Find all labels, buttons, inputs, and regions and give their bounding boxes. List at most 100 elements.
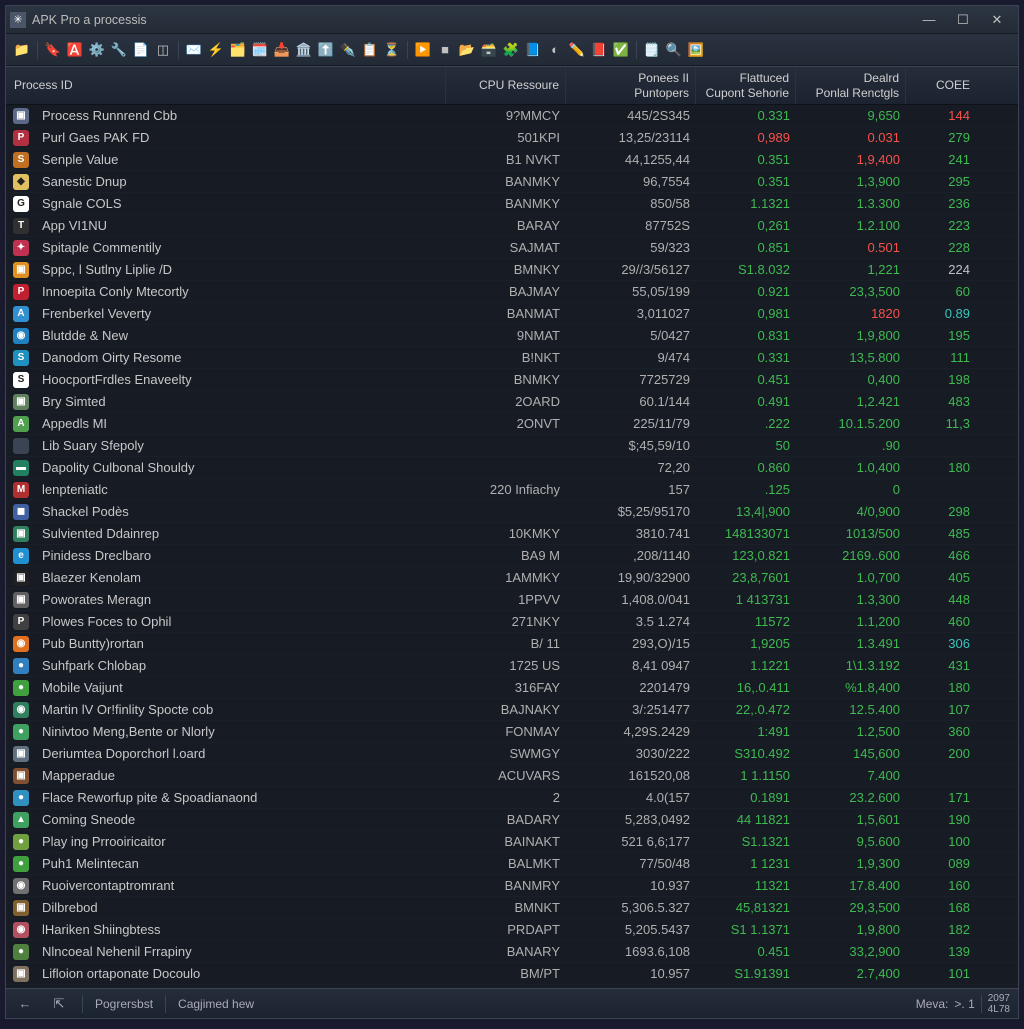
- table-row[interactable]: ▲Coming SneodeBADARY5,283,049244 118211,…: [6, 809, 1018, 831]
- toolbar-icon-9[interactable]: 🗂️: [228, 40, 248, 60]
- toolbar-icon-6[interactable]: ◫: [153, 40, 173, 60]
- toolbar-icon-11[interactable]: 📥: [272, 40, 292, 60]
- toolbar-icon-25[interactable]: 📕: [589, 40, 609, 60]
- table-row[interactable]: ▣Lifloion ortaponate DocouloBM/PT10.957S…: [6, 963, 1018, 985]
- table-row[interactable]: TApp VI1NUBARAY87752S0,2611.2.100223: [6, 215, 1018, 237]
- dealrd-value: 1,9,400: [796, 152, 906, 167]
- toolbar-icon-26[interactable]: ✅: [611, 40, 631, 60]
- col-ponees[interactable]: Ponees II Puntopers: [566, 67, 696, 104]
- dealrd-value: 0,400: [796, 372, 906, 387]
- table-row[interactable]: ▣Blaezer Kenolam1AMMKY19,90/3290023,8,76…: [6, 567, 1018, 589]
- table-row[interactable]: ●Suhfpark Chlobap1725 US8,41 09471.12211…: [6, 655, 1018, 677]
- flattuced-value: 1:491: [696, 724, 796, 739]
- table-row[interactable]: Mlenpteniatlc220 Infiachy157.1250: [6, 479, 1018, 501]
- process-icon: ▣: [6, 768, 36, 784]
- close-button[interactable]: ✕: [988, 11, 1006, 29]
- table-row[interactable]: ▣Process Runnrend Cbb9?MMCY445/2S3450.33…: [6, 105, 1018, 127]
- table-row[interactable]: AAppedls MI2ONVT225/11/79.22210.1.5.2001…: [6, 413, 1018, 435]
- table-row[interactable]: Lib Suary Sfepoly$;45,59/1050.90: [6, 435, 1018, 457]
- toolbar-icon-19[interactable]: 📂: [457, 40, 477, 60]
- toolbar-icon-14[interactable]: ✒️: [338, 40, 358, 60]
- table-row[interactable]: ▬Dapolity Culbonal Shouldy72,200.8601.0,…: [6, 457, 1018, 479]
- table-row[interactable]: SDanodom Oirty ResomeB!NKT9/4740.33113,5…: [6, 347, 1018, 369]
- process-icon: G: [6, 196, 36, 212]
- toolbar-icon-21[interactable]: 🧩: [501, 40, 521, 60]
- toolbar-icon-27[interactable]: 🗒️: [642, 40, 662, 60]
- col-flattuced[interactable]: Flattuced Cupont Sehorie: [696, 67, 796, 104]
- dealrd-value: 1,221: [796, 262, 906, 277]
- table-row[interactable]: PInnoepita Conly MtecortlyBAJMAY55,05/19…: [6, 281, 1018, 303]
- table-row[interactable]: ◉Pub Buntty)rortanВ/ 11293,O)/151,92051.…: [6, 633, 1018, 655]
- table-row[interactable]: ◉Martin lV Or!finlity Spocte cobBAJNAKY3…: [6, 699, 1018, 721]
- minimize-button[interactable]: —: [920, 11, 938, 29]
- table-row[interactable]: ◉Blutdde & New9NMAT5/04270.8311,9,800195: [6, 325, 1018, 347]
- table-row[interactable]: ▣Deriumtea Doporchorl l.oardSWMGY3030/22…: [6, 743, 1018, 765]
- table-row[interactable]: ●Puh1 MelintecanBALMKT77/50/481 12311,9,…: [6, 853, 1018, 875]
- toolbar-icon-12[interactable]: 🏛️: [294, 40, 314, 60]
- table-row[interactable]: SHoocportFrdles EnaveeltyBNMKY77257290.4…: [6, 369, 1018, 391]
- toolbar-icon-4[interactable]: 🔧: [109, 40, 129, 60]
- table-row[interactable]: PPlowes Foces to Ophil271NKY3.5 1.274115…: [6, 611, 1018, 633]
- flattuced-value: 1.1321: [696, 196, 796, 211]
- table-row[interactable]: ▣MapperadueACUVARS161520,081 1.11507.400: [6, 765, 1018, 787]
- table-row[interactable]: ✦Spitaple CommentilySAJMAT59/3230.8510.5…: [6, 237, 1018, 259]
- ponees-value: 161520,08: [566, 768, 696, 783]
- col-dealrd[interactable]: Dealrd Ponlal Renctgls: [796, 67, 906, 104]
- toolbar-icon-13[interactable]: ⬆️: [316, 40, 336, 60]
- table-row[interactable]: ●Mobile Vaijunt316FAY220147916,.0.411%1.…: [6, 677, 1018, 699]
- flattuced-value: 0,981: [696, 306, 796, 321]
- toolbar-icon-2[interactable]: 🅰️: [65, 40, 85, 60]
- table-row[interactable]: ●Ninivtoo Meng,Bente or NlorlyFONMAY4,29…: [6, 721, 1018, 743]
- maximize-button[interactable]: ☐: [954, 11, 972, 29]
- table-row[interactable]: ◆Sanestic DnupBANMKY96,75540.3511,3,9002…: [6, 171, 1018, 193]
- table-row[interactable]: SSenple ValueB1 NVKT44,1255,440.3511,9,4…: [6, 149, 1018, 171]
- dealrd-value: 2.7,400: [796, 966, 906, 981]
- col-process-id[interactable]: Process ID: [6, 67, 446, 104]
- toolbar-icon-20[interactable]: 🗃️: [479, 40, 499, 60]
- toolbar-icon-16[interactable]: ⏳: [382, 40, 402, 60]
- table-row[interactable]: ●Flace Reworfup pite & Spoadianaond24.0(…: [6, 787, 1018, 809]
- col-cpu[interactable]: CPU Ressoure: [446, 67, 566, 104]
- table-row[interactable]: ▣Poworates Meragn1PPVV1,408.0/0411 41373…: [6, 589, 1018, 611]
- table-row[interactable]: ◼Shackel Podès$5,25/9517013,4|,9004/0,90…: [6, 501, 1018, 523]
- table-row[interactable]: ▣Bry Simted2OARD60.1/1440.4911,2.421483: [6, 391, 1018, 413]
- forward-icon[interactable]: ⇱: [48, 994, 70, 1014]
- flattuced-value: S1.1321: [696, 834, 796, 849]
- dealrd-value: 9,5.600: [796, 834, 906, 849]
- table-row[interactable]: ◉lHariken ShiingbtessPRDAPT5,205.5437S1 …: [6, 919, 1018, 941]
- toolbar-icon-15[interactable]: 📋: [360, 40, 380, 60]
- table-row[interactable]: GSgnale COLSBANMKY850/581.13211.3.300236: [6, 193, 1018, 215]
- dealrd-value: 1,9,800: [796, 328, 906, 343]
- toolbar-icon-3[interactable]: ⚙️: [87, 40, 107, 60]
- table-row[interactable]: ●Nlncoeal Nehenil FrrapinyBANARY1693.6,1…: [6, 941, 1018, 963]
- col-coee[interactable]: COEE: [906, 67, 976, 104]
- coee-value: 139: [906, 944, 976, 959]
- toolbar-icon-1[interactable]: 🔖: [43, 40, 63, 60]
- table-row[interactable]: PPurl Gaes PAK FD501KPI13,25/231140,9890…: [6, 127, 1018, 149]
- table-row[interactable]: ePinidess DreclbaroBA9 M,208/1140123,0.8…: [6, 545, 1018, 567]
- toolbar-icon-24[interactable]: ✏️: [567, 40, 587, 60]
- process-name: Blutdde & New: [36, 328, 446, 343]
- toolbar-icon-10[interactable]: 🗓️: [250, 40, 270, 60]
- table-row[interactable]: ▣DilbrebodBMNKT5,306.5.32745,8132129,3,5…: [6, 897, 1018, 919]
- process-name: Pub Buntty)rortan: [36, 636, 446, 651]
- back-button[interactable]: ←: [14, 994, 36, 1014]
- toolbar-icon-0[interactable]: 📁: [12, 40, 32, 60]
- toolbar-icon-22[interactable]: 📘: [523, 40, 543, 60]
- process-icon: ●: [6, 790, 36, 806]
- toolbar-icon-8[interactable]: ⚡: [206, 40, 226, 60]
- table-row[interactable]: ▣Sulviented Ddainrep10KMKY3810.741148133…: [6, 523, 1018, 545]
- table-row[interactable]: ◉RuoivercontaptromrantBANMRY10.937113211…: [6, 875, 1018, 897]
- toolbar-icon-23[interactable]: ◐: [545, 40, 565, 60]
- table-row[interactable]: ●Play ing PrrooiricaitorBAINAKT521 6,6;1…: [6, 831, 1018, 853]
- coee-value: 295: [906, 174, 976, 189]
- table-row[interactable]: ▣Sppc, l Sutlny Liplie /DBMNKY29//3/5612…: [6, 259, 1018, 281]
- toolbar-icon-18[interactable]: ■: [435, 40, 455, 60]
- table-row[interactable]: AFrenberkel VevertyBANMAT3,0110270,98118…: [6, 303, 1018, 325]
- toolbar-icon-17[interactable]: ▶️: [413, 40, 433, 60]
- process-table[interactable]: Process ID CPU Ressoure Ponees II Puntop…: [6, 66, 1018, 988]
- toolbar-icon-5[interactable]: 📄: [131, 40, 151, 60]
- toolbar-icon-28[interactable]: 🔍: [664, 40, 684, 60]
- toolbar-icon-29[interactable]: 🖼️: [686, 40, 706, 60]
- toolbar-icon-7[interactable]: ✉️: [184, 40, 204, 60]
